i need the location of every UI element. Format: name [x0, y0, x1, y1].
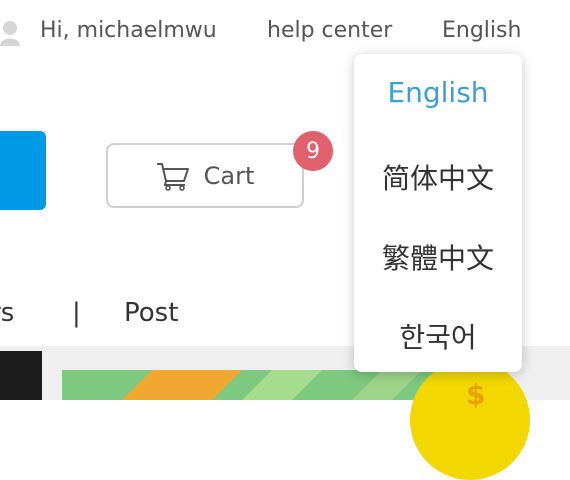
dollar-icon: $ [466, 378, 486, 411]
primary-action-button[interactable] [0, 131, 46, 210]
nav-item-post[interactable]: Post [124, 298, 178, 328]
language-option-korean[interactable]: 한국어 [354, 316, 522, 356]
nav-item-previous[interactable]: rs [0, 298, 14, 328]
language-option-english[interactable]: English [354, 76, 522, 109]
language-option-simplified-chinese[interactable]: 简体中文 [354, 157, 522, 197]
cart-icon [156, 162, 189, 191]
user-icon [0, 21, 20, 46]
cart-count-badge: 9 [293, 131, 333, 171]
language-dropdown: English 简体中文 繁體中文 한국어 [354, 54, 522, 372]
help-center-link[interactable]: help center [267, 18, 392, 43]
greeting-text[interactable]: Hi, michaelmwu [40, 18, 217, 43]
thumbnail-dark[interactable] [0, 351, 42, 400]
language-selector[interactable]: English [442, 18, 521, 43]
cart-label: Cart [203, 161, 255, 190]
cart-button[interactable]: Cart [106, 143, 304, 208]
language-option-traditional-chinese[interactable]: 繁體中文 [354, 237, 522, 277]
top-bar: Hi, michaelmwu help center English [0, 0, 570, 62]
nav-separator: | [72, 298, 81, 328]
